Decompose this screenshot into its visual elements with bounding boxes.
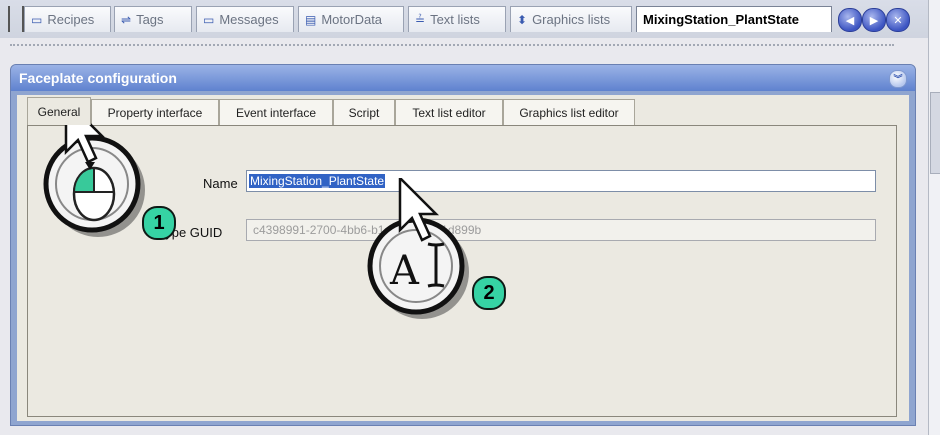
tab-prev-button[interactable]: ◀	[838, 8, 862, 32]
panel-header: Faceplate configuration ︾	[11, 65, 915, 91]
vertical-scrollbar[interactable]	[928, 0, 940, 435]
tags-icon: ⇌	[121, 12, 132, 27]
callout-badge-1: 1	[142, 206, 176, 240]
text-cursor-icon: A	[389, 242, 445, 294]
svg-text:A: A	[389, 248, 420, 294]
editor-tab-graphics-lists[interactable]: ⬍ Graphics lists	[510, 6, 632, 32]
editor-tab-text-lists[interactable]: ≟ Text lists	[408, 6, 506, 32]
panel-title: Faceplate configuration	[19, 70, 177, 86]
window-icon: ▭	[203, 12, 215, 27]
ruler-divider	[10, 44, 894, 46]
textlist-icon: ≟	[415, 12, 426, 27]
callout-badge-2: 2	[472, 276, 506, 310]
data-icon: ▤	[305, 12, 317, 27]
tab-strip-grip	[8, 6, 24, 32]
window-icon: ▭	[31, 12, 43, 27]
type-guid-input: c4398991-2700-4bb6-b1c4-0b3e5a1d899b	[246, 219, 876, 241]
tab-next-button[interactable]: ▶	[862, 8, 886, 32]
name-input[interactable]: MixingStation_PlantState	[246, 170, 876, 192]
collapse-button[interactable]: ︾	[889, 70, 907, 88]
graphicslist-icon: ⬍	[517, 12, 528, 27]
tab-event-interface[interactable]: Event interface	[219, 99, 333, 125]
editor-tab-recipes[interactable]: ▭ Recipes	[24, 6, 111, 32]
close-icon: ✕	[893, 14, 903, 27]
editor-tab-mixingstation[interactable]: MixingStation_PlantState	[636, 6, 832, 32]
arrow-left-icon: ◀	[845, 14, 855, 27]
scrollbar-thumb[interactable]	[930, 92, 940, 174]
arrow-right-icon: ▶	[869, 14, 879, 27]
editor-tab-motordata[interactable]: ▤ MotorData	[298, 6, 404, 32]
editor-tab-strip: ▭ Recipes ⇌ Tags ▭ Messages ▤ MotorData ≟ Tex…	[0, 0, 940, 38]
editor-tab-tags[interactable]: ⇌ Tags	[114, 6, 192, 32]
close-editor-button[interactable]: ✕	[886, 8, 910, 32]
tab-general[interactable]: General	[27, 97, 91, 125]
tab-graphics-list-editor[interactable]: Graphics list editor	[503, 99, 635, 125]
chevron-down-icon: ︾	[893, 74, 903, 84]
name-label: Name	[203, 176, 238, 191]
tab-text-list-editor[interactable]: Text list editor	[395, 99, 503, 125]
tab-script[interactable]: Script	[333, 99, 395, 125]
editor-tab-messages[interactable]: ▭ Messages	[196, 6, 294, 32]
